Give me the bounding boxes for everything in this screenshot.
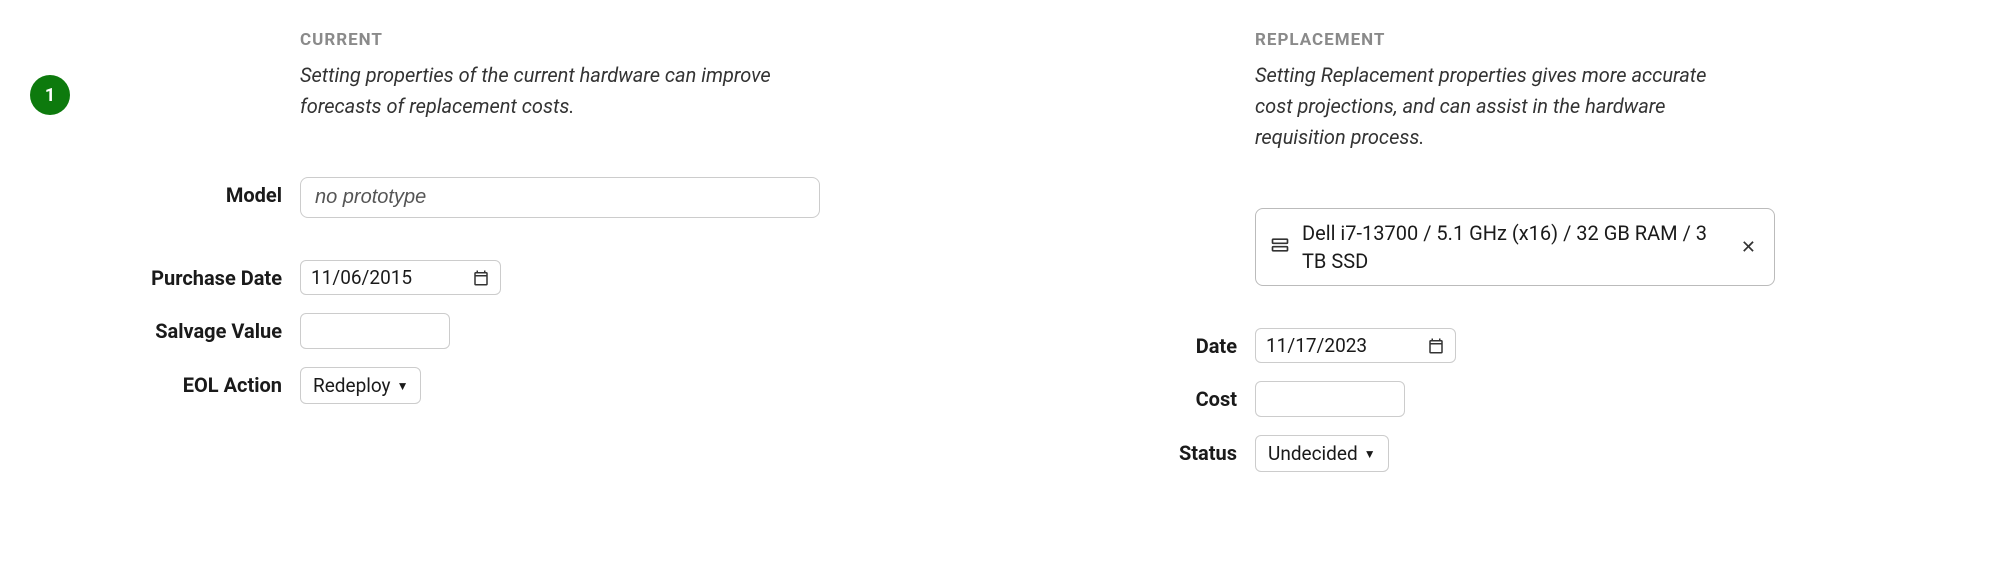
- caret-down-icon: ▼: [1364, 447, 1376, 461]
- close-icon[interactable]: ✕: [1737, 235, 1760, 260]
- replacement-column: Replacement Setting Replacement properti…: [1065, 30, 1970, 490]
- calendar-icon: [1427, 337, 1445, 355]
- replacement-title: Replacement: [1255, 30, 1970, 50]
- replacement-cost-input[interactable]: [1255, 381, 1405, 417]
- current-eol-label: EOL Action: [110, 367, 300, 397]
- replacement-model-chip[interactable]: Dell i7-13700 / 5.1 GHz (x16) / 32 GB RA…: [1255, 208, 1775, 286]
- replacement-date-label: Date: [1065, 328, 1255, 358]
- replacement-cost-label: Cost: [1065, 381, 1255, 411]
- step-badge: 1: [30, 75, 70, 115]
- current-column: Current Setting properties of the curren…: [110, 30, 1015, 490]
- current-eol-value: Redeploy: [313, 374, 391, 397]
- current-model-input[interactable]: [300, 177, 820, 218]
- current-salvage-input[interactable]: [300, 313, 450, 349]
- current-purchase-date-input[interactable]: 11/06/2015: [300, 260, 501, 295]
- current-eol-select[interactable]: Redeploy ▼: [300, 367, 421, 404]
- current-description: Setting properties of the current hardwa…: [300, 60, 790, 122]
- current-model-label: Model: [110, 177, 300, 207]
- replacement-date-value: 11/17/2023: [1266, 334, 1367, 357]
- caret-down-icon: ▼: [397, 379, 409, 393]
- replacement-date-input[interactable]: 11/17/2023: [1255, 328, 1456, 363]
- current-title: Current: [300, 30, 1015, 50]
- current-purchase-date-label: Purchase Date: [110, 260, 300, 290]
- current-salvage-label: Salvage Value: [110, 313, 300, 343]
- current-purchase-date-value: 11/06/2015: [311, 266, 412, 289]
- replacement-status-select[interactable]: Undecided ▼: [1255, 435, 1389, 472]
- calendar-icon: [472, 269, 490, 287]
- hardware-icon: [1270, 235, 1290, 260]
- replacement-model-value: Dell i7-13700 / 5.1 GHz (x16) / 32 GB RA…: [1302, 219, 1725, 275]
- replacement-status-value: Undecided: [1268, 442, 1358, 465]
- replacement-model-label: [1065, 208, 1255, 214]
- replacement-status-label: Status: [1065, 435, 1255, 465]
- replacement-description: Setting Replacement properties gives mor…: [1255, 60, 1745, 153]
